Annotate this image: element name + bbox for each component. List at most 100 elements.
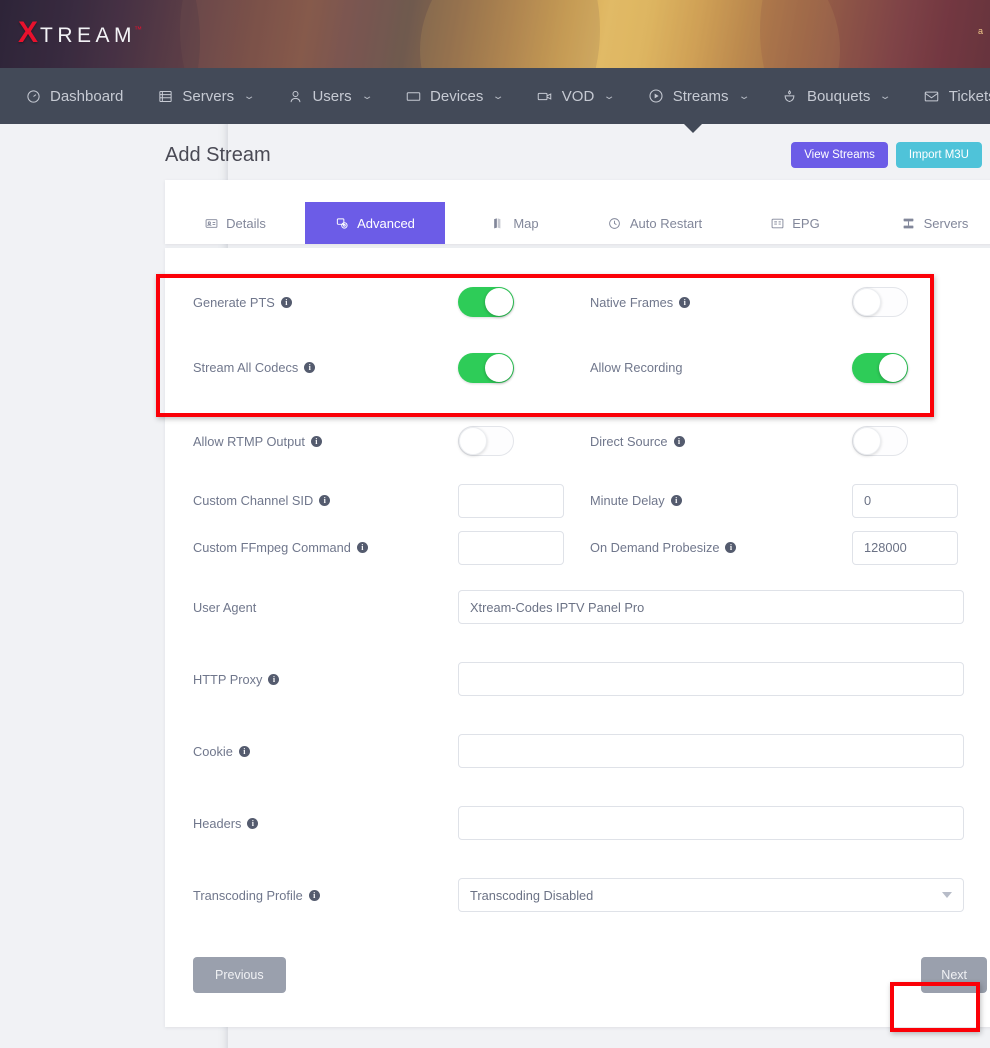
label-native-frames: Native Frames i [590,295,852,310]
toggle-knob [879,354,907,382]
tab-label-advanced: Advanced [357,216,415,231]
nav-item-devices[interactable]: Devices ⌄ [388,68,520,124]
toggle-stream-all-codecs[interactable] [458,353,514,383]
servers-stack-icon [902,216,916,230]
import-m3u-button[interactable]: Import M3U [896,142,982,168]
form-row-allow-rtmp-output: Allow RTMP Output i Direct Source i [165,405,990,477]
nav-label-streams: Streams [673,88,729,105]
info-icon[interactable]: i [357,542,368,553]
toggle-allow-recording[interactable] [852,353,908,383]
nav-item-bouquets[interactable]: Bouquets ⌄ [765,68,907,124]
info-icon[interactable]: i [725,542,736,553]
label-text: Transcoding Profile [193,888,303,903]
on-demand-probesize-input[interactable] [852,531,958,565]
banner-right-text: a [978,26,988,36]
tab-map[interactable]: Map [445,202,585,244]
label-text: Cookie [193,744,233,759]
label-text: Stream All Codecs [193,360,298,375]
tabs-card: Details Advanced [165,180,990,244]
tab-bar: Details Advanced [165,202,990,244]
toggle-generate-pts[interactable] [458,287,514,317]
nav-label-servers: Servers [182,88,234,105]
tab-servers[interactable]: Servers [865,202,990,244]
toggle-knob [459,427,487,455]
field-direct-source: Direct Source i [590,426,987,456]
app-banner: X TREAM ™ a [0,0,990,68]
tab-epg[interactable]: EPG [725,202,865,244]
info-icon[interactable]: i [311,436,322,447]
previous-button[interactable]: Previous [193,957,286,993]
field-stream-all-codecs: Stream All Codecs i [193,353,590,383]
advanced-form: Generate PTS i Native Frames i [165,248,990,1027]
transcoding-profile-select[interactable]: Transcoding Disabled [458,878,964,912]
label-custom-ffmpeg-command: Custom FFmpeg Command i [193,540,458,555]
label-allow-rtmp-output: Allow RTMP Output i [193,434,458,449]
nav-item-servers[interactable]: Servers ⌄ [140,68,270,124]
advanced-form-card: Generate PTS i Native Frames i [165,248,990,1027]
minute-delay-input[interactable] [852,484,958,518]
info-icon[interactable]: i [268,674,279,685]
label-on-demand-probesize: On Demand Probesize i [590,540,852,555]
label-http-proxy: HTTP Proxy i [193,672,458,687]
user-agent-input[interactable] [458,590,964,624]
field-custom-channel-sid: Custom Channel SID i [193,484,590,518]
info-icon[interactable]: i [319,495,330,506]
label-headers: Headers i [193,816,458,831]
info-icon[interactable]: i [304,362,315,373]
view-streams-button[interactable]: View Streams [791,142,888,168]
chevron-down-icon: ⌄ [737,91,750,102]
nav-item-users[interactable]: Users ⌄ [270,68,388,124]
transcoding-profile-select-wrap: Transcoding Disabled [458,878,964,912]
xtream-logo[interactable]: X TREAM ™ [18,18,144,51]
nav-item-dashboard[interactable]: Dashboard [8,68,140,124]
epg-icon [770,216,784,230]
info-icon[interactable]: i [281,297,292,308]
toggle-direct-source[interactable] [852,426,908,456]
tab-label-auto-restart: Auto Restart [630,216,702,231]
info-icon[interactable]: i [679,297,690,308]
tab-advanced[interactable]: Advanced [305,202,445,244]
toggle-knob [485,354,513,382]
tab-label-map: Map [513,216,538,231]
label-text: Allow Recording [590,360,682,375]
info-icon[interactable]: i [247,818,258,829]
toggle-native-frames[interactable] [852,287,908,317]
tab-label-details: Details [226,216,266,231]
tab-details[interactable]: Details [165,202,305,244]
form-top-spacer [165,248,990,274]
details-card-icon [204,216,218,230]
nav-label-devices: Devices [430,88,483,105]
field-generate-pts: Generate PTS i [193,287,590,317]
content-column: Add Stream View Streams Import M3U Detai… [140,124,990,1027]
nav-item-vod[interactable]: VOD ⌄ [520,68,631,124]
http-proxy-input[interactable] [458,662,964,696]
main-navigation: Dashboard Servers ⌄ Users ⌄ Devices ⌄ [0,68,990,124]
field-minute-delay: Minute Delay i [590,484,987,518]
nav-item-tickets[interactable]: Tickets [907,68,990,124]
info-icon[interactable]: i [671,495,682,506]
nav-label-vod: VOD [562,88,595,105]
tab-auto-restart[interactable]: Auto Restart [585,202,725,244]
label-text: Allow RTMP Output [193,434,305,449]
device-icon [405,88,421,104]
custom-channel-sid-input[interactable] [458,484,564,518]
label-text: User Agent [193,600,256,615]
form-row-http-proxy: HTTP Proxy i [165,643,990,715]
info-icon[interactable]: i [674,436,685,447]
label-user-agent: User Agent [193,600,458,615]
chevron-down-icon [942,892,952,898]
headers-input[interactable] [458,806,964,840]
info-icon[interactable]: i [239,746,250,757]
advanced-gear-icon [335,216,349,230]
servers-icon [157,88,173,104]
chevron-down-icon: ⌄ [603,91,616,102]
next-button[interactable]: Next [921,957,987,993]
page-header-actions: View Streams Import M3U [791,142,982,168]
info-icon[interactable]: i [309,890,320,901]
label-text: Native Frames [590,295,673,310]
toggle-allow-rtmp-output[interactable] [458,426,514,456]
page-header: Add Stream View Streams Import M3U [140,124,990,180]
cookie-input[interactable] [458,734,964,768]
nav-item-streams[interactable]: Streams ⌄ [631,68,765,124]
custom-ffmpeg-command-input[interactable] [458,531,564,565]
